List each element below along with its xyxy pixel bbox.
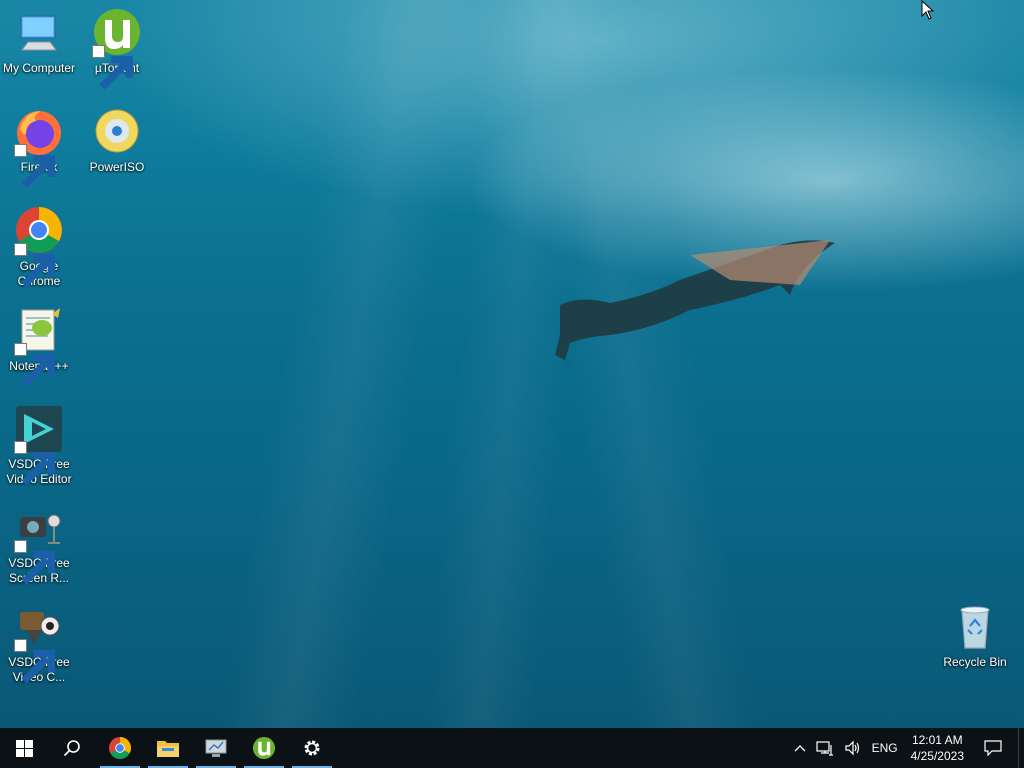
- desktop-icon-google-chrome[interactable]: Google Chrome: [1, 206, 77, 289]
- shortcut-arrow-icon: [14, 243, 56, 288]
- search-icon: [63, 740, 80, 757]
- chrome-icon: [108, 736, 132, 760]
- folder-icon: [157, 741, 179, 757]
- vsdc-video-editor-icon: [14, 404, 64, 486]
- desktop-icon-my-computer[interactable]: My Computer: [1, 8, 77, 76]
- shortcut-arrow-icon: [14, 639, 56, 684]
- notification-icon: [984, 740, 1002, 756]
- desktop-icon-vsdc-video-editor[interactable]: VSDC Free Video Editor: [1, 404, 77, 487]
- shortcut-arrow-icon: [14, 540, 56, 585]
- gear-icon: [304, 740, 320, 756]
- windows-logo-icon: [15, 739, 33, 757]
- taskbar: ENG 12:01 AM 4/25/2023: [0, 728, 1024, 768]
- desktop-icon-recycle-bin[interactable]: Recycle Bin: [937, 602, 1013, 670]
- mouse-cursor-icon: [921, 0, 935, 20]
- desktop-icon-label: Recycle Bin: [943, 655, 1007, 669]
- action-center-button[interactable]: [972, 728, 1014, 768]
- firefox-icon: [14, 107, 64, 189]
- desktop-icon-label: PowerISO: [89, 160, 145, 174]
- vsdc-video-capture-icon: [14, 602, 64, 684]
- show-desktop-button[interactable]: [1018, 728, 1024, 768]
- vsdc-screen-recorder-icon: [14, 503, 64, 585]
- volume-button[interactable]: [839, 728, 867, 768]
- clock-date: 4/25/2023: [910, 749, 964, 763]
- utorrent-icon: [92, 8, 142, 90]
- taskbar-network-app[interactable]: [192, 728, 240, 768]
- clock-time: 12:01 AM: [911, 733, 963, 747]
- system-tray: ENG 12:01 AM 4/25/2023: [789, 728, 1024, 768]
- computer-icon: [14, 8, 64, 58]
- taskbar-utorrent[interactable]: [240, 728, 288, 768]
- desktop-icon-vsdc-screen-recorder[interactable]: VSDC Free Screen R...: [1, 503, 77, 586]
- desktop-icon-utorrent[interactable]: µTorrent: [79, 8, 155, 90]
- network-computer-icon: [205, 739, 227, 757]
- desktop-icon-notepadpp[interactable]: Notepad++: [1, 306, 77, 388]
- taskbar-chrome[interactable]: [96, 728, 144, 768]
- taskbar-file-explorer[interactable]: [144, 728, 192, 768]
- chevron-up-icon: [794, 745, 806, 752]
- shortcut-arrow-icon: [14, 144, 56, 189]
- desktop-icon-label: My Computer: [2, 61, 76, 75]
- utorrent-icon: [252, 736, 276, 760]
- wallpaper-diver: [555, 240, 835, 360]
- network-wired-icon: [815, 741, 833, 756]
- start-button[interactable]: [0, 728, 48, 768]
- shortcut-arrow-icon: [14, 441, 56, 486]
- search-button[interactable]: [48, 728, 96, 768]
- chrome-icon: [14, 206, 64, 288]
- input-language-button[interactable]: ENG: [867, 728, 903, 768]
- speaker-icon: [844, 740, 859, 756]
- clock-button[interactable]: 12:01 AM 4/25/2023: [903, 732, 972, 764]
- notepadpp-icon: [14, 306, 64, 388]
- poweriso-icon: [92, 107, 142, 157]
- desktop-icon-firefox[interactable]: Firefox: [1, 107, 77, 189]
- network-status-button[interactable]: [811, 728, 839, 768]
- taskbar-settings[interactable]: [288, 728, 336, 768]
- recycle-bin-icon: [950, 602, 1000, 652]
- desktop-icon-vsdc-video-capture[interactable]: VSDC Free Video C...: [1, 602, 77, 685]
- show-hidden-icons-button[interactable]: [789, 728, 811, 768]
- shortcut-arrow-icon: [92, 45, 133, 90]
- desktop-icon-poweriso[interactable]: PowerISO: [79, 107, 155, 175]
- shortcut-arrow-icon: [14, 343, 56, 388]
